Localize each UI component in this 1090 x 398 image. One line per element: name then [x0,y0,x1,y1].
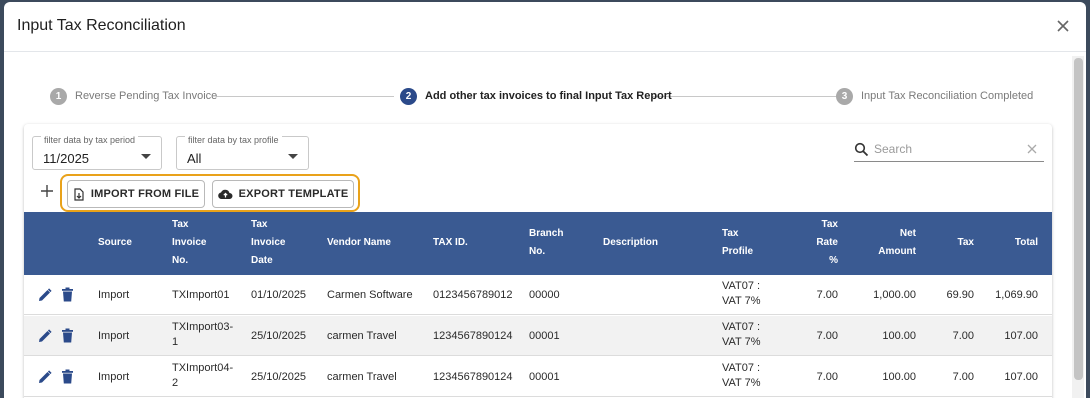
step-3[interactable]: 3 Input Tax Reconciliation Completed [836,85,1033,107]
reconciliation-dialog: Input Tax Reconciliation 1 Reverse Pendi… [4,2,1086,398]
data-card: filter data by tax period 11/2025 filter… [24,124,1052,398]
cell-date: 25/10/2025 [251,330,307,342]
table-row: Import TXImport03- 1 25/10/2025 carmen T… [24,316,1052,356]
search-input[interactable] [874,140,1014,158]
step-label: Reverse Pending Tax Invoice [75,90,218,102]
cell-vendor: carmen Travel [327,371,397,383]
step-connector [652,96,836,97]
column-header[interactable]: Tax Rate % [808,216,838,270]
table-row: Import TXImport01 01/10/2025 Carmen Soft… [24,275,1052,315]
column-header[interactable]: Total [1004,234,1038,252]
cell-rate: 7.00 [816,330,838,342]
cell-profile: VAT07 : VAT 7% [722,321,761,348]
cell-profile: VAT07 : VAT 7% [722,362,761,389]
cell-tax: 7.00 [952,371,974,383]
cell-tax-id: 1234567890124 [433,330,513,342]
cell-vendor: carmen Travel [327,330,397,342]
delete-icon[interactable] [61,287,74,302]
delete-icon[interactable] [61,328,74,343]
table-row: Import TXImport04- 2 25/10/2025 carmen T… [24,357,1052,397]
tax-profile-value: All [187,151,202,166]
column-header[interactable]: Tax Invoice Date [251,216,285,270]
cell-date: 01/10/2025 [251,289,307,301]
column-header[interactable]: Branch No. [529,225,563,261]
export-template-button[interactable]: EXPORT TEMPLATE [212,180,354,208]
cell-source: Import [98,289,130,301]
column-header[interactable]: TAX ID. [433,234,468,252]
tax-period-value: 11/2025 [43,151,90,166]
cell-invoice-no: TXImport03- 1 [172,321,234,348]
tax-period-label: filter data by tax period [41,135,139,145]
column-header[interactable]: Description [603,234,658,252]
cell-tax-id: 0123456789012 [433,289,513,301]
search-icon [854,142,869,157]
stepper: 1 Reverse Pending Tax Invoice 2 Add othe… [50,85,1033,107]
cloud-upload-icon [217,189,233,200]
cell-total: 107.00 [1004,371,1038,383]
cell-branch: 00000 [529,289,560,301]
column-header[interactable]: Source [98,234,132,252]
step-connector [216,96,394,97]
cell-profile: VAT07 : VAT 7% [722,280,761,307]
step-1[interactable]: 1 Reverse Pending Tax Invoice [50,85,217,107]
import-from-file-button[interactable]: IMPORT FROM FILE [67,180,205,208]
step-number: 1 [50,87,67,105]
import-label: IMPORT FROM FILE [90,188,200,200]
column-header[interactable]: Tax [944,234,975,252]
dialog-title: Input Tax Reconciliation [17,17,186,34]
column-header[interactable]: Tax Invoice No. [172,216,206,270]
cell-branch: 00001 [529,371,560,383]
export-label: EXPORT TEMPLATE [238,188,349,200]
edit-icon[interactable] [38,288,52,302]
dialog-header: Input Tax Reconciliation [4,2,1086,52]
cell-tax: 69.90 [946,289,974,301]
cell-net: 1,000.00 [873,289,916,301]
step-2[interactable]: 2 Add other tax invoices to final Input … [400,85,672,107]
edit-icon[interactable] [38,329,52,343]
cell-rate: 7.00 [816,371,838,383]
cell-branch: 00001 [529,330,560,342]
cell-net: 100.00 [882,371,916,383]
close-icon[interactable] [1054,17,1072,35]
cell-total: 1,069.90 [995,289,1038,301]
clear-icon[interactable] [1026,143,1038,155]
cell-invoice-no: TXImport04- 2 [172,362,234,389]
cell-net: 100.00 [882,330,916,342]
step-number: 2 [400,87,417,105]
step-number: 3 [836,87,853,105]
column-header[interactable]: Tax Profile [722,225,753,261]
cell-invoice-no: TXImport01 [172,289,230,301]
cell-source: Import [98,371,130,383]
cell-date: 25/10/2025 [251,371,307,383]
step-label: Input Tax Reconciliation Completed [861,90,1034,102]
file-import-icon [74,187,84,201]
delete-icon[interactable] [61,369,74,384]
tax-profile-select[interactable]: filter data by tax profile All [176,135,309,170]
add-icon[interactable] [40,184,54,198]
tax-period-select[interactable]: filter data by tax period 11/2025 [32,135,162,170]
table-header: Source Tax Invoice No. Tax Invoice Date … [24,212,1052,275]
chevron-down-icon [141,154,151,159]
cell-rate: 7.00 [816,289,838,301]
tax-profile-label: filter data by tax profile [185,135,282,145]
cell-vendor: Carmen Software [327,289,413,301]
column-header[interactable]: Net Amount [866,225,916,261]
chevron-down-icon [288,154,298,159]
cell-tax: 7.00 [952,330,974,342]
edit-icon[interactable] [38,370,52,384]
step-label: Add other tax invoices to final Input Ta… [425,90,672,102]
column-header[interactable]: Vendor Name [327,234,391,252]
cell-tax-id: 1234567890124 [433,371,513,383]
cell-total: 107.00 [1004,330,1038,342]
scrollbar-thumb[interactable] [1074,58,1083,380]
cell-source: Import [98,330,130,342]
search-box [854,138,1044,162]
